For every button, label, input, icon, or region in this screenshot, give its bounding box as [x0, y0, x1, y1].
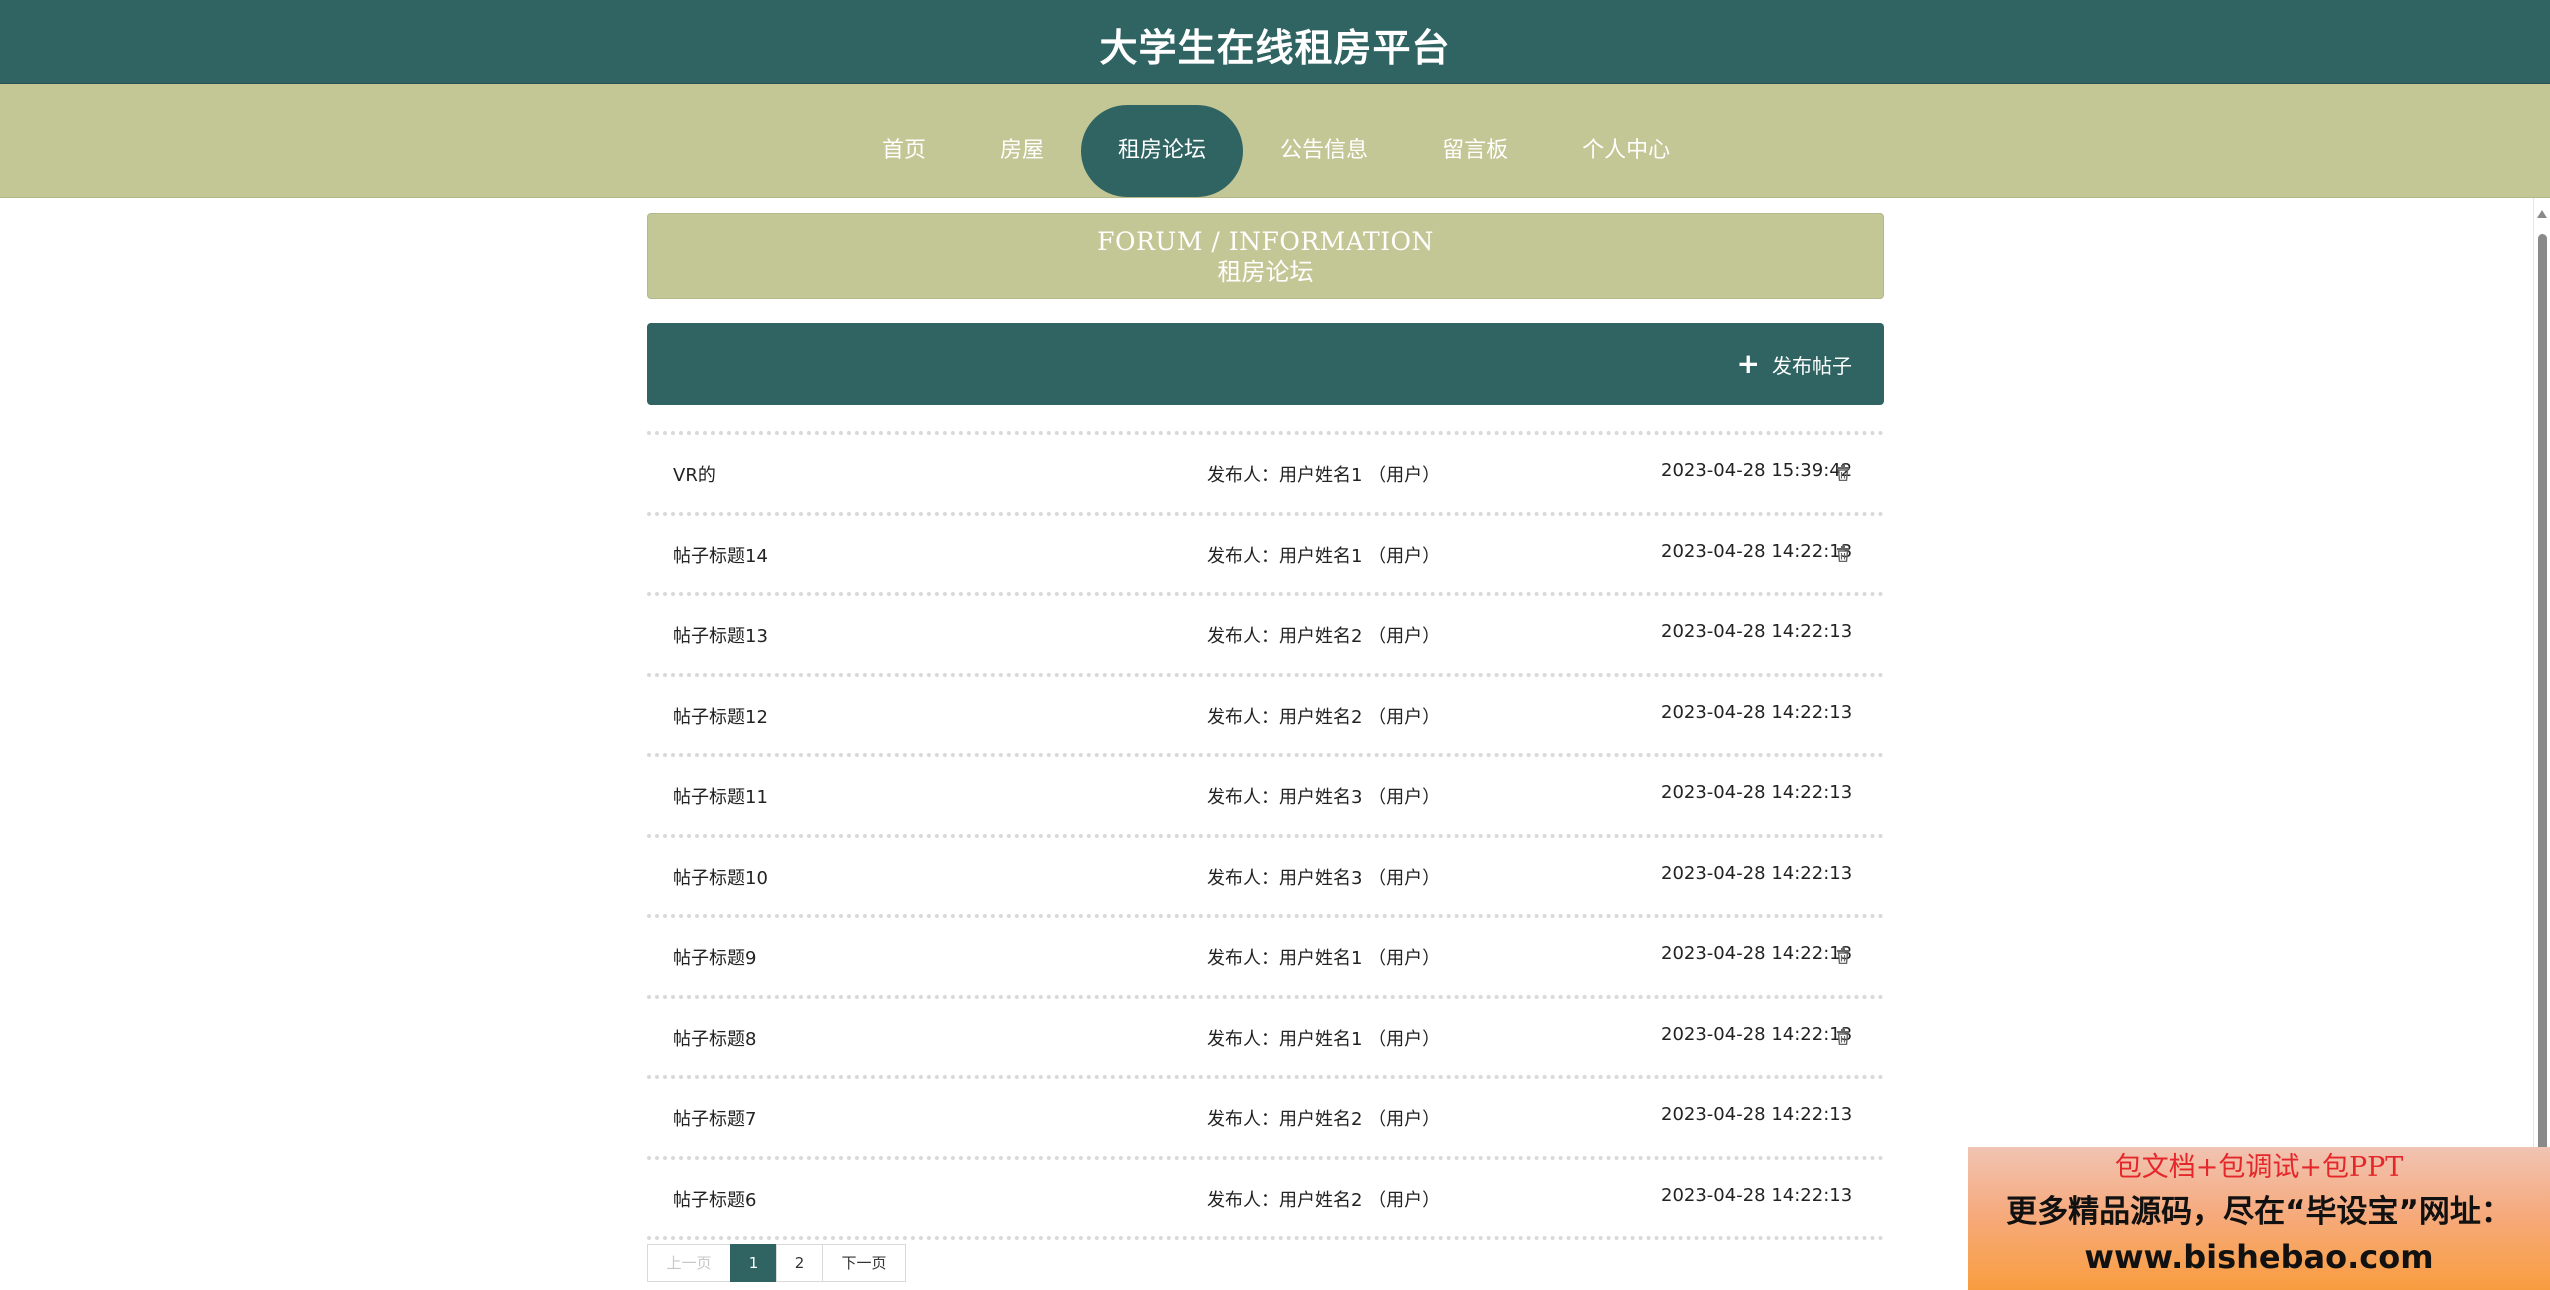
post-author: 发布人：用户姓名3 （用户） [1207, 787, 1441, 808]
next-page-button[interactable]: 下一页 [822, 1244, 906, 1282]
nav-item-profile[interactable]: 个人中心 [1545, 105, 1707, 197]
post-row[interactable]: 帖子标题7 发布人：用户姓名2 （用户） 2023-04-28 14:22:13 [647, 1079, 1884, 1160]
post-row[interactable]: VR的 发布人：用户姓名1 （用户） 2023-04-28 15:39:42 [647, 435, 1884, 516]
post-row[interactable]: 帖子标题8 发布人：用户姓名1 （用户） 2023-04-28 14:22:13 [647, 999, 1884, 1079]
nav-item-houses[interactable]: 房屋 [963, 105, 1081, 197]
post-author: 发布人：用户姓名2 （用户） [1207, 1109, 1441, 1130]
trash-icon[interactable] [1836, 465, 1850, 481]
vertical-scrollbar[interactable] [2533, 198, 2550, 1290]
post-title[interactable]: 帖子标题12 [673, 703, 768, 729]
post-title[interactable]: 帖子标题13 [673, 622, 768, 648]
publish-post-button[interactable]: + 发布帖子 [1737, 349, 1852, 379]
post-time: 2023-04-28 14:22:13 [1661, 782, 1853, 803]
site-title: 大学生在线租房平台 [1099, 26, 1451, 70]
post-author: 发布人：用户姓名1 （用户） [1207, 465, 1441, 486]
post-author: 发布人：用户姓名2 （用户） [1207, 706, 1441, 728]
post-title[interactable]: 帖子标题8 [673, 1025, 756, 1051]
post-author: 发布人：用户姓名3 （用户） [1207, 867, 1441, 889]
plus-icon: + [1736, 347, 1760, 380]
trash-icon[interactable] [1836, 948, 1850, 964]
promo-banner: 包文档+包调试+包PPT 更多精品源码，尽在“毕设宝”网址： www.bishe… [1968, 1147, 2550, 1290]
post-time: 2023-04-28 14:22:13 [1661, 621, 1853, 642]
nav-item-home[interactable]: 首页 [845, 105, 963, 197]
page-title-en: FORUM / INFORMATION [1097, 227, 1434, 256]
post-list: VR的 发布人：用户姓名1 （用户） 2023-04-28 15:39:42 帖子标题… [647, 431, 1884, 1240]
post-title[interactable]: 帖子标题11 [673, 783, 768, 809]
pagination: 上一页 1 2 下一页 [647, 1244, 906, 1282]
post-time: 2023-04-28 14:22:13 [1661, 862, 1853, 884]
action-bar: + 发布帖子 [647, 323, 1884, 405]
promo-line-1: 包文档+包调试+包PPT [2114, 1152, 2404, 1183]
trash-icon[interactable] [1836, 1028, 1850, 1045]
post-row[interactable]: 帖子标题6 发布人：用户姓名2 （用户） 2023-04-28 14:22:13 [647, 1160, 1884, 1240]
main-nav-bar: 首页 房屋 租房论坛 公告信息 留言板 个人中心 [0, 84, 2550, 198]
post-title[interactable]: 帖子标题14 [673, 542, 768, 568]
post-row[interactable]: 帖子标题10 发布人：用户姓名3 （用户） 2023-04-28 14:22:13 [647, 838, 1884, 918]
post-time: 2023-04-28 15:39:42 [1661, 460, 1853, 481]
main-content: FORUM / INFORMATION 租房论坛 + 发布帖子 VR的发布人：用… [647, 213, 1884, 1240]
nav-item-announcements[interactable]: 公告信息 [1243, 105, 1405, 197]
trash-icon[interactable] [1836, 545, 1850, 562]
post-time: 2023-04-28 14:22:13 [1661, 943, 1853, 964]
page-header: FORUM / INFORMATION 租房论坛 [647, 213, 1884, 299]
publish-post-label: 发布帖子 [1772, 353, 1852, 378]
promo-line-3: www.bishebao.com [2084, 1238, 2434, 1276]
post-title[interactable]: 帖子标题6 [673, 1186, 756, 1212]
post-author: 发布人：用户姓名2 （用户） [1207, 626, 1441, 647]
main-nav: 首页 房屋 租房论坛 公告信息 留言板 个人中心 [845, 105, 1707, 197]
page-2-button[interactable]: 2 [776, 1244, 823, 1282]
post-row[interactable]: 帖子标题14 发布人：用户姓名1 （用户） 2023-04-28 14:22:13 [647, 516, 1884, 596]
scroll-up-arrow-icon[interactable] [2537, 210, 2547, 218]
post-time: 2023-04-28 14:22:13 [1661, 701, 1853, 723]
post-title[interactable]: 帖子标题10 [673, 864, 768, 890]
post-author: 发布人：用户姓名1 （用户） [1207, 1028, 1441, 1050]
post-row[interactable]: 帖子标题12 发布人：用户姓名2 （用户） 2023-04-28 14:22:13 [647, 677, 1884, 757]
prev-page-button[interactable]: 上一页 [647, 1244, 731, 1282]
nav-item-message-board[interactable]: 留言板 [1405, 105, 1545, 197]
post-title[interactable]: 帖子标题7 [673, 1105, 756, 1131]
page-title-cn: 租房论坛 [1217, 258, 1314, 286]
page-1-button[interactable]: 1 [730, 1244, 777, 1282]
post-title[interactable]: 帖子标题9 [673, 944, 756, 970]
nav-item-forum[interactable]: 租房论坛 [1081, 105, 1244, 197]
post-time: 2023-04-28 14:22:13 [1661, 1104, 1853, 1125]
post-author: 发布人：用户姓名1 （用户） [1207, 545, 1441, 567]
post-time: 2023-04-28 14:22:13 [1661, 1023, 1853, 1045]
top-header: 大学生在线租房平台 [0, 0, 2550, 84]
post-author: 发布人：用户姓名2 （用户） [1207, 1189, 1441, 1211]
promo-line-2: 更多精品源码，尽在“毕设宝”网址： [2006, 1194, 2512, 1230]
post-row[interactable]: 帖子标题9 发布人：用户姓名1 （用户） 2023-04-28 14:22:13 [647, 918, 1884, 999]
post-row[interactable]: 帖子标题11 发布人：用户姓名3 （用户） 2023-04-28 14:22:13 [647, 757, 1884, 838]
post-title[interactable]: VR的 [673, 461, 716, 487]
post-row[interactable]: 帖子标题13 发布人：用户姓名2 （用户） 2023-04-28 14:22:13 [647, 596, 1884, 677]
post-time: 2023-04-28 14:22:13 [1661, 1184, 1853, 1206]
post-time: 2023-04-28 14:22:13 [1661, 540, 1853, 562]
post-author: 发布人：用户姓名1 （用户） [1207, 948, 1441, 969]
scrollbar-thumb[interactable] [2538, 234, 2547, 1284]
